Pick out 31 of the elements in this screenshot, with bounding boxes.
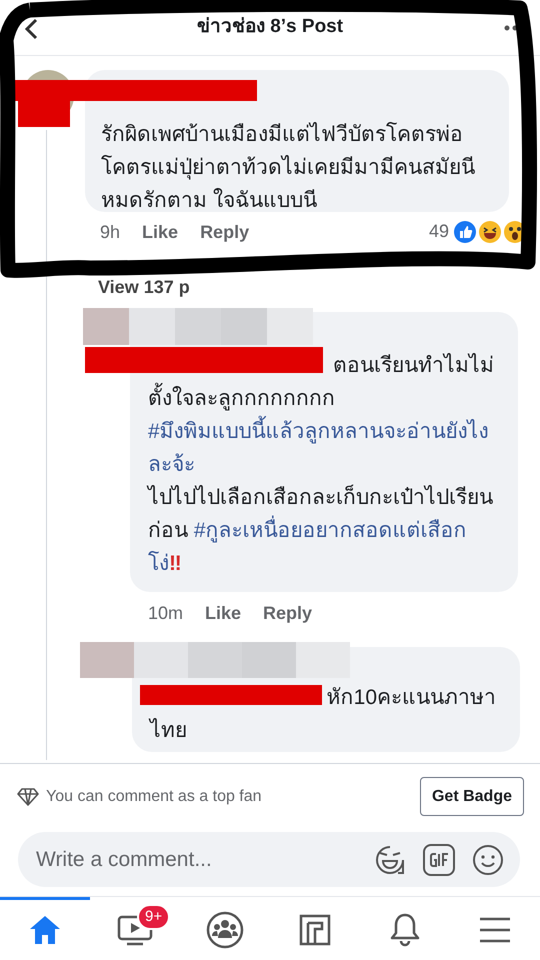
- like-link[interactable]: Like: [142, 219, 178, 246]
- comment-time: 9h: [100, 221, 120, 244]
- like-reaction-icon: [454, 220, 476, 242]
- comment-time: 10m: [148, 602, 184, 625]
- nav-tab[interactable]: 9+: [90, 897, 180, 960]
- reply-text: ตั้งใจละลูกกกกกกกก #มึงพิมแบบนี้แล้วลูกหลานจะอ่านยังไงละจ้ะ ไปไปไปเลือกเสือกละเก็บกะเป๋าไปเรียนก่อน #กูละเหนื่อยอยากสอดแต่เสือกโง่‼: [148, 382, 500, 580]
- bell-icon: [390, 913, 420, 947]
- comment-text: รักผิดเพศบ้านเมืองมีแต่ไฟวีบัตรโคตรพ่อโคตรแม่ปุ่ย่าตาท้วดไม่เคยมีมามีคนสมัยนี หมดรักตาม ใจฉันแบบนี: [101, 121, 476, 214]
- laughing-face-icon: [479, 220, 501, 242]
- view-replies-link[interactable]: View 137 p: [98, 274, 190, 301]
- notification-badge: 9+: [137, 904, 170, 930]
- gif-icon[interactable]: [422, 842, 456, 876]
- reply-text: หัก10คะแนนภาษา: [326, 685, 496, 711]
- sticker-icon[interactable]: [374, 844, 406, 876]
- back-icon[interactable]: [24, 18, 38, 40]
- reply-text: ไทย: [150, 717, 188, 744]
- comment-field[interactable]: Write a comment...: [18, 832, 520, 887]
- home-icon: [28, 914, 62, 946]
- menu-icon: [479, 916, 511, 944]
- reply-text: ตอนเรียนทำไมไม่: [333, 352, 494, 379]
- reply-link[interactable]: Reply: [200, 219, 250, 246]
- diamond-icon: [16, 786, 40, 806]
- post-title: ข่าวช่อง 8’s Post: [196, 15, 344, 40]
- smiley-icon[interactable]: [472, 844, 504, 876]
- get-badge-button[interactable]: Get Badge: [420, 777, 524, 816]
- reply-link[interactable]: Reply: [263, 600, 312, 627]
- comment-input[interactable]: Write a comment...: [36, 844, 358, 876]
- like-link[interactable]: Like: [205, 600, 242, 627]
- top-fan-text: You can comment as a top fan: [46, 786, 262, 806]
- reaction-count: 49: [428, 220, 449, 243]
- groups-icon: [206, 911, 244, 949]
